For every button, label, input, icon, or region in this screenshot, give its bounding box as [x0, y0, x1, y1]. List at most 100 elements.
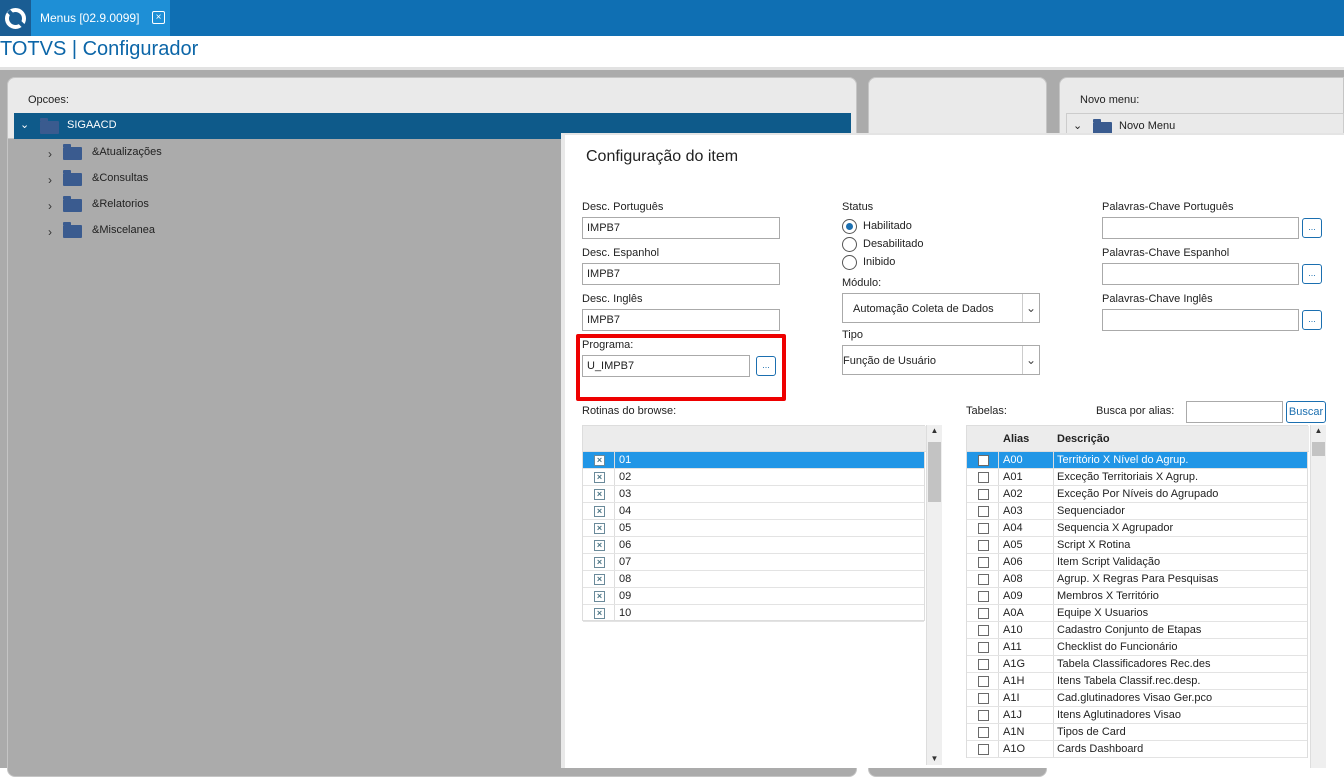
checkbox-checked-icon[interactable]: ×: [594, 591, 605, 602]
checkbox[interactable]: [978, 625, 989, 636]
checkbox[interactable]: [978, 727, 989, 738]
totvs-logo-icon[interactable]: [0, 0, 31, 36]
rotina-row[interactable]: × 06: [583, 537, 924, 554]
tabela-row[interactable]: A1N Tipos de Card: [967, 724, 1307, 741]
checkbox[interactable]: [978, 540, 989, 551]
chevron-down-icon[interactable]: ⌄: [1022, 294, 1039, 322]
kw-en-lookup-button[interactable]: ...: [1302, 310, 1322, 330]
modulo-select[interactable]: Automação Coleta de Dados ⌄: [842, 293, 1040, 323]
close-icon[interactable]: ×: [152, 11, 165, 24]
tabela-row[interactable]: A1J Itens Aglutinadores Visao: [967, 707, 1307, 724]
tabela-row[interactable]: A06 Item Script Validação: [967, 554, 1307, 571]
tabela-row[interactable]: A10 Cadastro Conjunto de Etapas: [967, 622, 1307, 639]
checkbox-checked-icon[interactable]: ×: [594, 489, 605, 500]
tabela-row[interactable]: A00 Território X Nível do Agrup.: [967, 452, 1307, 469]
tabela-row[interactable]: A08 Agrup. X Regras Para Pesquisas: [967, 571, 1307, 588]
chevron-right-icon[interactable]: ›: [48, 199, 52, 213]
checkbox-checked-icon[interactable]: ×: [594, 574, 605, 585]
buscar-button[interactable]: Buscar: [1286, 401, 1326, 423]
checkbox-checked-icon[interactable]: ×: [594, 523, 605, 534]
chevron-right-icon[interactable]: ›: [48, 147, 52, 161]
checkbox[interactable]: [978, 523, 989, 534]
radio-desabilitado[interactable]: [842, 237, 857, 252]
tabela-row[interactable]: A1H Itens Tabela Classif.rec.desp.: [967, 673, 1307, 690]
tabela-row[interactable]: A01 Exceção Territoriais X Agrup.: [967, 469, 1307, 486]
scroll-thumb[interactable]: [1312, 442, 1325, 456]
rotinas-scrollbar[interactable]: ▲ ▼: [926, 425, 942, 765]
checkbox[interactable]: [978, 659, 989, 670]
chevron-down-icon[interactable]: ⌄: [1022, 346, 1039, 374]
tabelas-scrollbar[interactable]: ▲: [1310, 425, 1326, 768]
scroll-up-icon[interactable]: ▲: [927, 425, 942, 437]
scroll-down-icon[interactable]: ▼: [927, 753, 942, 765]
tabela-row[interactable]: A1I Cad.glutinadores Visao Ger.pco: [967, 690, 1307, 707]
checkbox[interactable]: [978, 744, 989, 755]
checkbox-checked-icon[interactable]: ×: [594, 557, 605, 568]
checkbox[interactable]: [978, 574, 989, 585]
chevron-down-icon[interactable]: ⌄: [20, 118, 29, 131]
tab-title: Menus [02.9.0099]: [40, 11, 140, 25]
checkbox[interactable]: [978, 489, 989, 500]
checkbox-checked-icon[interactable]: ×: [594, 540, 605, 551]
rotina-row[interactable]: × 04: [583, 503, 924, 520]
radio-habilitado[interactable]: [842, 219, 857, 234]
tabela-alias: A02: [1003, 488, 1023, 500]
checkbox[interactable]: [978, 676, 989, 687]
tabela-row[interactable]: A11 Checklist do Funcionário: [967, 639, 1307, 656]
rotina-row[interactable]: × 10: [583, 605, 924, 622]
tipo-select[interactable]: Função de Usuário ⌄: [842, 345, 1040, 375]
checkbox-checked-icon[interactable]: ×: [594, 455, 605, 466]
rotina-row[interactable]: × 08: [583, 571, 924, 588]
busca-alias-input[interactable]: [1186, 401, 1283, 423]
checkbox[interactable]: [978, 455, 989, 466]
checkbox-checked-icon[interactable]: ×: [594, 472, 605, 483]
kw-es-field[interactable]: [1102, 263, 1299, 285]
kw-en-field[interactable]: [1102, 309, 1299, 331]
tabela-row[interactable]: A05 Script X Rotina: [967, 537, 1307, 554]
col-alias-header[interactable]: Alias: [1003, 433, 1029, 445]
checkbox[interactable]: [978, 642, 989, 653]
tabela-row[interactable]: A03 Sequenciador: [967, 503, 1307, 520]
tabela-desc: Item Script Validação: [1057, 556, 1161, 568]
radio-inibido[interactable]: [842, 255, 857, 270]
tabela-row[interactable]: A0A Equipe X Usuarios: [967, 605, 1307, 622]
tabela-row[interactable]: A02 Exceção Por Níveis do Agrupado: [967, 486, 1307, 503]
tabela-row[interactable]: A04 Sequencia X Agrupador: [967, 520, 1307, 537]
checkbox[interactable]: [978, 710, 989, 721]
column-divider: [1053, 673, 1054, 689]
checkbox-checked-icon[interactable]: ×: [594, 506, 605, 517]
kw-pt-lookup-button[interactable]: ...: [1302, 218, 1322, 238]
checkbox[interactable]: [978, 472, 989, 483]
rotina-row[interactable]: × 01: [583, 452, 924, 469]
checkbox[interactable]: [978, 608, 989, 619]
rotina-code: 04: [619, 505, 632, 517]
rotina-row[interactable]: × 05: [583, 520, 924, 537]
rotina-row[interactable]: × 02: [583, 469, 924, 486]
tabela-row[interactable]: A09 Membros X Território: [967, 588, 1307, 605]
desc-pt-field[interactable]: IMPB7: [582, 217, 780, 239]
tabela-alias: A1I: [1003, 692, 1020, 704]
tab-menus[interactable]: Menus [02.9.0099] ×: [31, 0, 170, 36]
chevron-down-icon[interactable]: ⌄: [1073, 119, 1082, 132]
kw-pt-field[interactable]: [1102, 217, 1299, 239]
col-desc-header[interactable]: Descrição: [1057, 433, 1110, 445]
desc-en-field[interactable]: IMPB7: [582, 309, 780, 331]
checkbox[interactable]: [978, 557, 989, 568]
rotina-row[interactable]: × 07: [583, 554, 924, 571]
checkbox[interactable]: [978, 506, 989, 517]
chevron-right-icon[interactable]: ›: [48, 225, 52, 239]
tabela-row[interactable]: A1O Cards Dashboard: [967, 741, 1307, 758]
tabela-desc: Sequenciador: [1057, 505, 1125, 517]
chevron-right-icon[interactable]: ›: [48, 173, 52, 187]
checkbox[interactable]: [978, 693, 989, 704]
desc-es-field[interactable]: IMPB7: [582, 263, 780, 285]
rotina-row[interactable]: × 09: [583, 588, 924, 605]
scroll-thumb[interactable]: [928, 442, 941, 502]
scroll-up-icon[interactable]: ▲: [1311, 425, 1326, 437]
kw-es-lookup-button[interactable]: ...: [1302, 264, 1322, 284]
tabela-row[interactable]: A1G Tabela Classificadores Rec.des: [967, 656, 1307, 673]
checkbox-checked-icon[interactable]: ×: [594, 608, 605, 619]
column-divider: [614, 537, 615, 553]
checkbox[interactable]: [978, 591, 989, 602]
rotina-row[interactable]: × 03: [583, 486, 924, 503]
